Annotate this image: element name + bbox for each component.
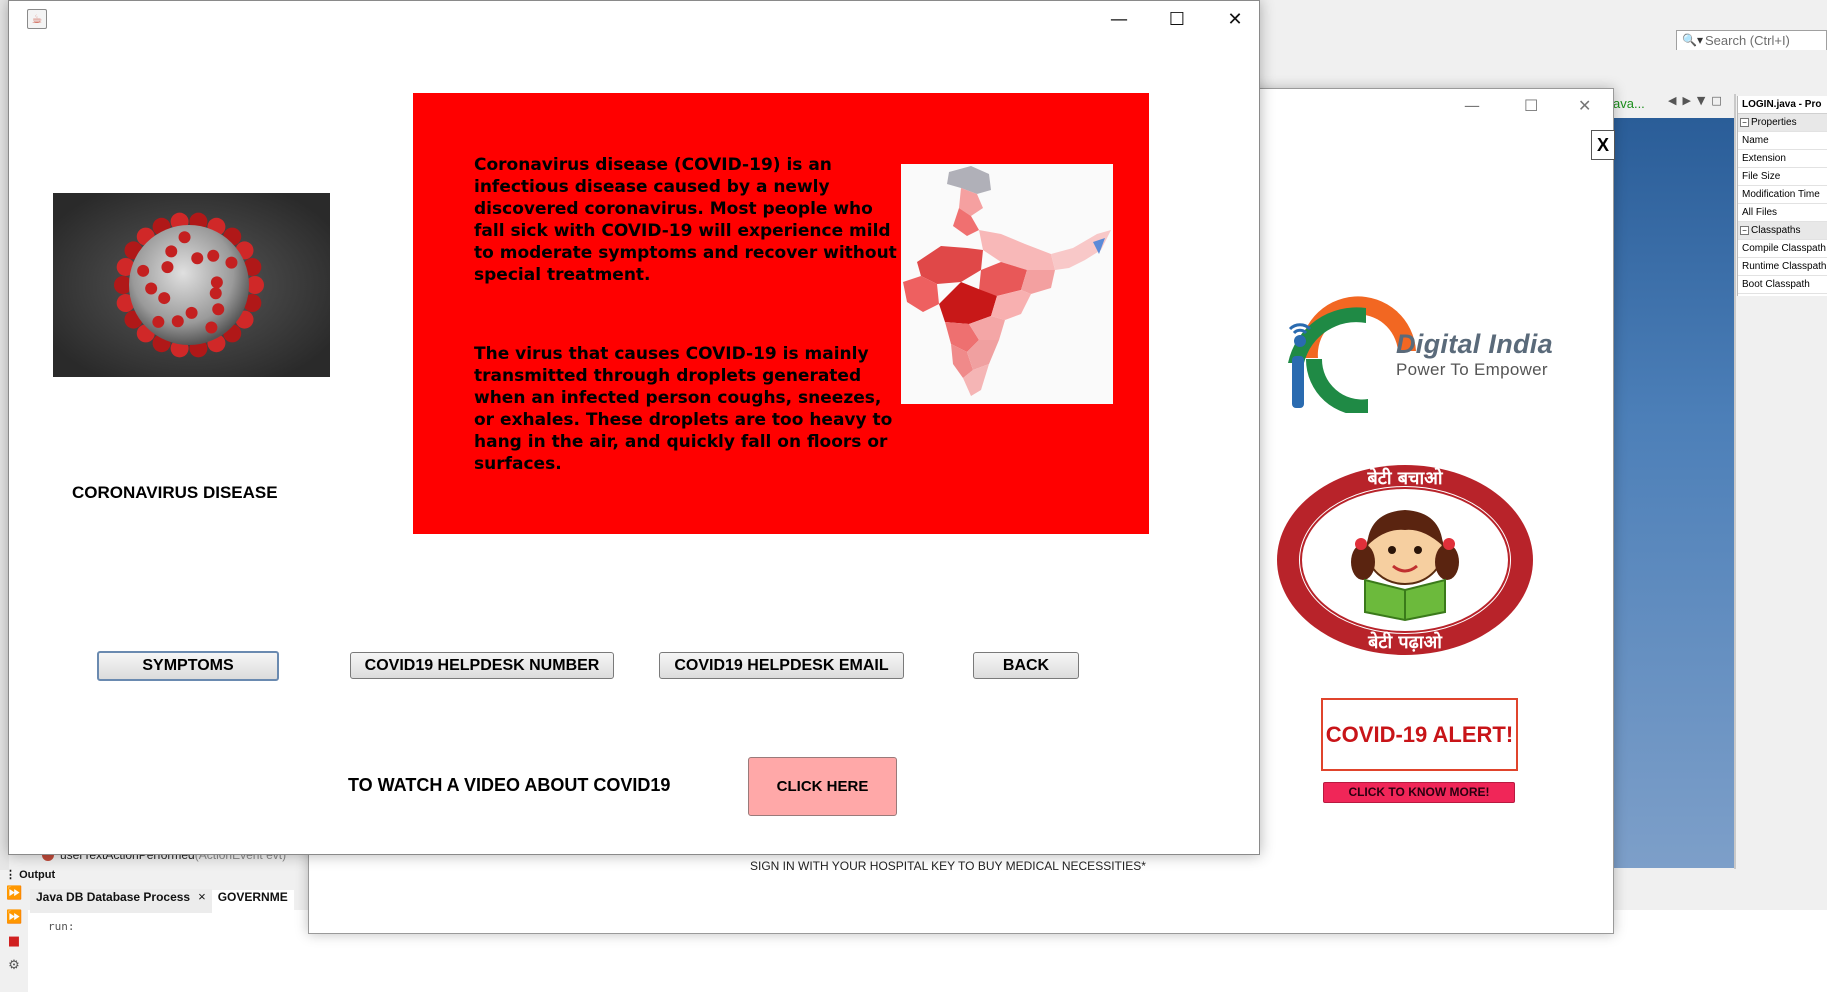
properties-title: LOGIN.java - Pro — [1738, 96, 1827, 114]
digital-india-tagline: Power To Empower — [1396, 360, 1548, 379]
property-row[interactable]: Extension — [1738, 150, 1827, 168]
ide-search-placeholder: Search (Ctrl+I) — [1705, 33, 1790, 48]
signin-note: SIGN IN WITH YOUR HOSPITAL KEY TO BUY ME… — [750, 859, 1146, 873]
info-paragraph-1: Coronavirus disease (COVID-19) is an inf… — [474, 155, 897, 285]
video-label: TO WATCH A VIDEO ABOUT COVID19 — [348, 775, 671, 795]
properties-panel: LOGIN.java - Pro − Properties Name Extens… — [1737, 96, 1827, 296]
output-text: run: — [48, 920, 75, 933]
output-panel-title: ⋮ Output — [5, 869, 56, 881]
digital-india-title: Digital India — [1396, 329, 1553, 359]
beti-top-text: बेटी बचाओ — [1366, 467, 1443, 489]
property-row[interactable]: Compile Classpath — [1738, 240, 1827, 258]
helpdesk-number-button[interactable]: COVID19 HELPDESK NUMBER — [350, 652, 614, 679]
beti-bachao-logo: बेटी बचाओ बेटी पढ़ाओ — [1277, 465, 1533, 655]
ide-divider — [1734, 94, 1736, 869]
ide-editor-tab[interactable]: ava... — [1613, 96, 1673, 116]
info-paragraph-2: The virus that causes COVID-19 is mainly… — [474, 344, 893, 474]
output-tab-government[interactable]: GOVERNME — [211, 890, 294, 914]
digital-india-arc-green-low — [1305, 359, 1368, 413]
know-more-button[interactable]: CLICK TO KNOW MORE! — [1323, 782, 1515, 803]
close-icon[interactable]: ✕ — [1215, 7, 1255, 33]
helpdesk-email-button[interactable]: COVID19 HELPDESK EMAIL — [659, 652, 904, 679]
property-row[interactable]: Name — [1738, 132, 1827, 150]
digital-india-i-dot — [1294, 335, 1306, 347]
page-title: CORONAVIRUS DISEASE — [72, 483, 278, 502]
run-again-icon[interactable]: ⏩ — [6, 886, 22, 902]
output-tab-javadb[interactable]: Java DB Database Process × — [30, 889, 212, 913]
ide-editor-tab-label: ava... — [1613, 96, 1645, 111]
india-map-image — [901, 164, 1113, 404]
property-row[interactable]: Boot Classpath — [1738, 276, 1827, 294]
search-icon: 🔍▾ — [1682, 33, 1703, 47]
maximize-icon[interactable]: ☐ — [1524, 96, 1538, 115]
ide-toolbar-band — [1260, 50, 1827, 90]
click-here-button[interactable]: CLICK HERE — [748, 757, 897, 816]
output-tabs: Java DB Database Process × GOVERNME — [30, 886, 310, 914]
ide-search-input[interactable]: 🔍▾ Search (Ctrl+I) — [1676, 30, 1827, 51]
login-window-controls: — ☐ ✕ — [1440, 96, 1610, 120]
beti-bottom-text: बेटी पढ़ाओ — [1367, 631, 1442, 653]
maximize-icon[interactable]: ☐ — [1157, 7, 1197, 33]
close-icon[interactable]: × — [198, 889, 206, 904]
minimize-icon[interactable]: — — [1099, 7, 1139, 33]
ide-tab-nav-arrows[interactable]: ◀▶▼□ — [1668, 94, 1736, 114]
output-toolbar: ⏩ ⏩ ■ ⚙ — [6, 886, 24, 986]
close-icon[interactable]: ✕ — [1578, 96, 1591, 115]
settings-icon[interactable]: ⚙ — [6, 958, 22, 974]
minimize-icon[interactable]: — — [1464, 96, 1480, 115]
wifi-icon — [1288, 323, 1312, 331]
output-collapse-icon[interactable]: ⋮ — [5, 869, 16, 881]
ide-editor-area — [1610, 118, 1735, 868]
symptoms-button[interactable]: SYMPTOMS — [97, 651, 279, 681]
back-button[interactable]: BACK — [973, 652, 1079, 679]
coronavirus-image — [53, 193, 330, 377]
login-close-button[interactable]: X — [1591, 130, 1615, 160]
properties-group[interactable]: − Properties — [1738, 114, 1827, 132]
rerun-icon[interactable]: ⏩ — [6, 910, 22, 926]
collapse-icon[interactable]: − — [1740, 118, 1749, 127]
collapse-icon[interactable]: − — [1740, 226, 1749, 235]
stop-icon[interactable]: ■ — [6, 934, 22, 950]
property-row[interactable]: Modification Time — [1738, 186, 1827, 204]
property-row[interactable]: File Size — [1738, 168, 1827, 186]
property-row[interactable]: All Files — [1738, 204, 1827, 222]
classpaths-group[interactable]: − Classpaths — [1738, 222, 1827, 240]
covid-alert-label: COVID-19 ALERT! — [1321, 698, 1518, 771]
digital-india-i-stem — [1292, 356, 1304, 408]
java-app-icon[interactable]: ☕ — [27, 9, 47, 29]
property-row[interactable]: Runtime Classpath — [1738, 258, 1827, 276]
